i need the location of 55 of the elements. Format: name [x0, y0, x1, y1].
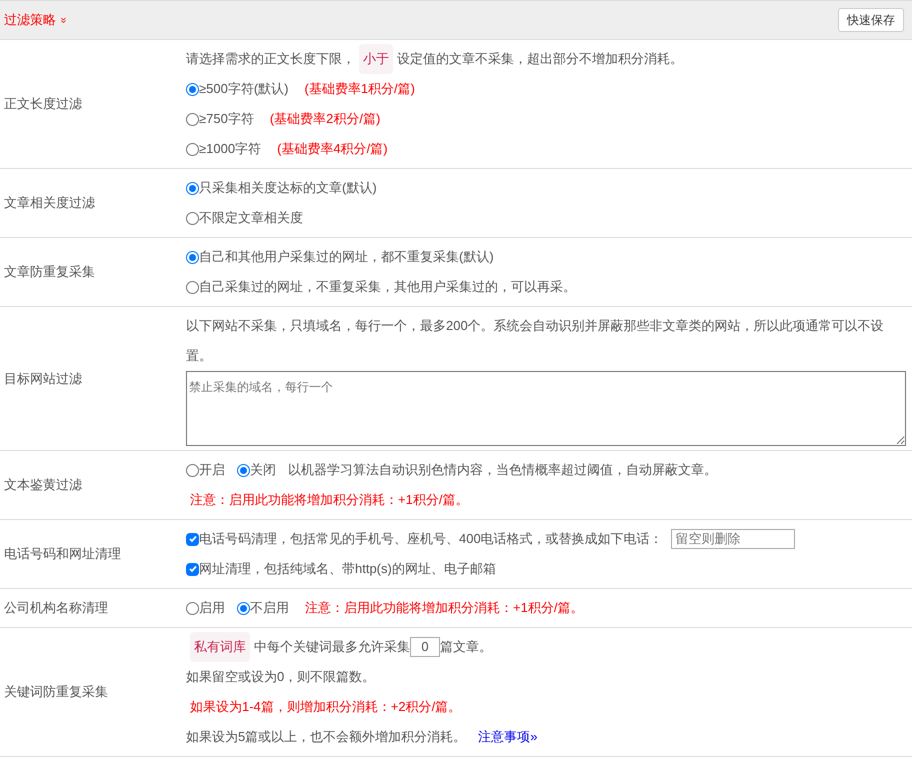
- quick-save-button[interactable]: 快速保存: [838, 8, 904, 32]
- radio-label[interactable]: 自己采集过的网址，不重复采集，其他用户采集过的，可以再采。: [199, 272, 576, 302]
- domain-textarea[interactable]: 禁止采集的域名，每行一个: [186, 371, 906, 446]
- cost-note: (基础费率2积分/篇): [270, 110, 380, 128]
- cost-note: (基础费率4积分/篇): [277, 140, 388, 158]
- row-label: 目标网站过滤: [4, 370, 82, 388]
- checkbox-label[interactable]: 电话号码清理，包括常见的手机号、座机号、400电话格式，或替换成如下电话：: [199, 524, 663, 554]
- description-text: 如果留空或设为0，则不限篇数。: [186, 668, 376, 686]
- radio-button[interactable]: [186, 250, 199, 264]
- description-text: 以机器学习算法自动识别色情内容，当色情概率超过阈值，自动屏蔽文章。: [288, 461, 717, 479]
- row-label: 文本鉴黄过滤: [4, 476, 82, 494]
- radio-button[interactable]: [237, 464, 250, 476]
- row-label: 文章相关度过滤: [4, 194, 95, 212]
- description-text: 以下网站不采集，只填域名，每行一个，最多200个。系统会自动识别并屏蔽那些非文章类的网站，所以此项通常可以不设置。: [186, 317, 885, 365]
- checkbox-label[interactable]: 网址清理，包括纯域名、带http(s)的网址、电子邮箱: [199, 554, 496, 584]
- description-text: 请选择需求的正文长度下限，: [186, 50, 355, 68]
- radio-label[interactable]: 自己和其他用户采集过的网址，都不重复采集(默认): [199, 242, 494, 272]
- cost-note: 注意：启用此功能将增加积分消耗：+1积分/篇。: [305, 599, 584, 617]
- cost-note: 如果设为1-4篇，则增加积分消耗：+2积分/篇。: [190, 698, 462, 716]
- radio-button[interactable]: [186, 182, 199, 194]
- phone-input-field[interactable]: 留空则删除: [670, 529, 795, 549]
- radio-label[interactable]: ≥1000字符: [199, 134, 262, 164]
- radio-button[interactable]: [186, 142, 199, 156]
- radio-label[interactable]: 关闭: [250, 455, 276, 485]
- row-label: 公司机构名称清理: [4, 599, 108, 618]
- radio-button[interactable]: [186, 212, 199, 224]
- radio-button[interactable]: [186, 280, 199, 294]
- description-text: 如果设为5篇或以上，也不会额外增加积分消耗。: [186, 728, 466, 746]
- cost-note: 注意：启用此功能将增加积分消耗：+1积分/篇。: [190, 491, 468, 509]
- radio-label[interactable]: 只采集相关度达标的文章(默认): [199, 173, 377, 203]
- radio-label[interactable]: ≥750字符: [199, 104, 254, 134]
- radio-label[interactable]: ≥500字符(默认): [199, 74, 288, 104]
- row-label: 正文长度过滤: [4, 95, 82, 114]
- description-text: 设定值的文章不采集，超出部分不增加积分消耗。: [397, 50, 683, 68]
- radio-button[interactable]: [186, 112, 199, 126]
- keyword-tag: 小于: [359, 44, 393, 74]
- count-input-field[interactable]: 0: [410, 637, 440, 657]
- notes-link[interactable]: 注意事项»: [478, 722, 538, 752]
- keyword-tag: 私有词库: [190, 632, 250, 662]
- radio-button[interactable]: [237, 602, 250, 614]
- checkbox[interactable]: [186, 562, 199, 576]
- radio-label[interactable]: 不启用: [250, 593, 289, 623]
- radio-button[interactable]: [186, 82, 199, 96]
- row-label: 关键词防重复采集: [4, 683, 108, 702]
- radio-label[interactable]: 启用: [199, 593, 225, 623]
- row-label: 文章防重复采集: [4, 263, 95, 282]
- radio-button[interactable]: [186, 464, 199, 476]
- description-text: 中每个关键词最多允许采集: [254, 638, 410, 656]
- radio-label[interactable]: 不限定文章相关度: [199, 203, 303, 233]
- row-label: 电话号码和网址清理: [4, 545, 121, 564]
- cost-note: (基础费率1积分/篇): [304, 80, 415, 98]
- radio-label[interactable]: 开启: [199, 455, 225, 485]
- radio-button[interactable]: [186, 602, 199, 614]
- description-text: 篇文章。: [440, 638, 492, 656]
- checkbox[interactable]: [186, 532, 199, 546]
